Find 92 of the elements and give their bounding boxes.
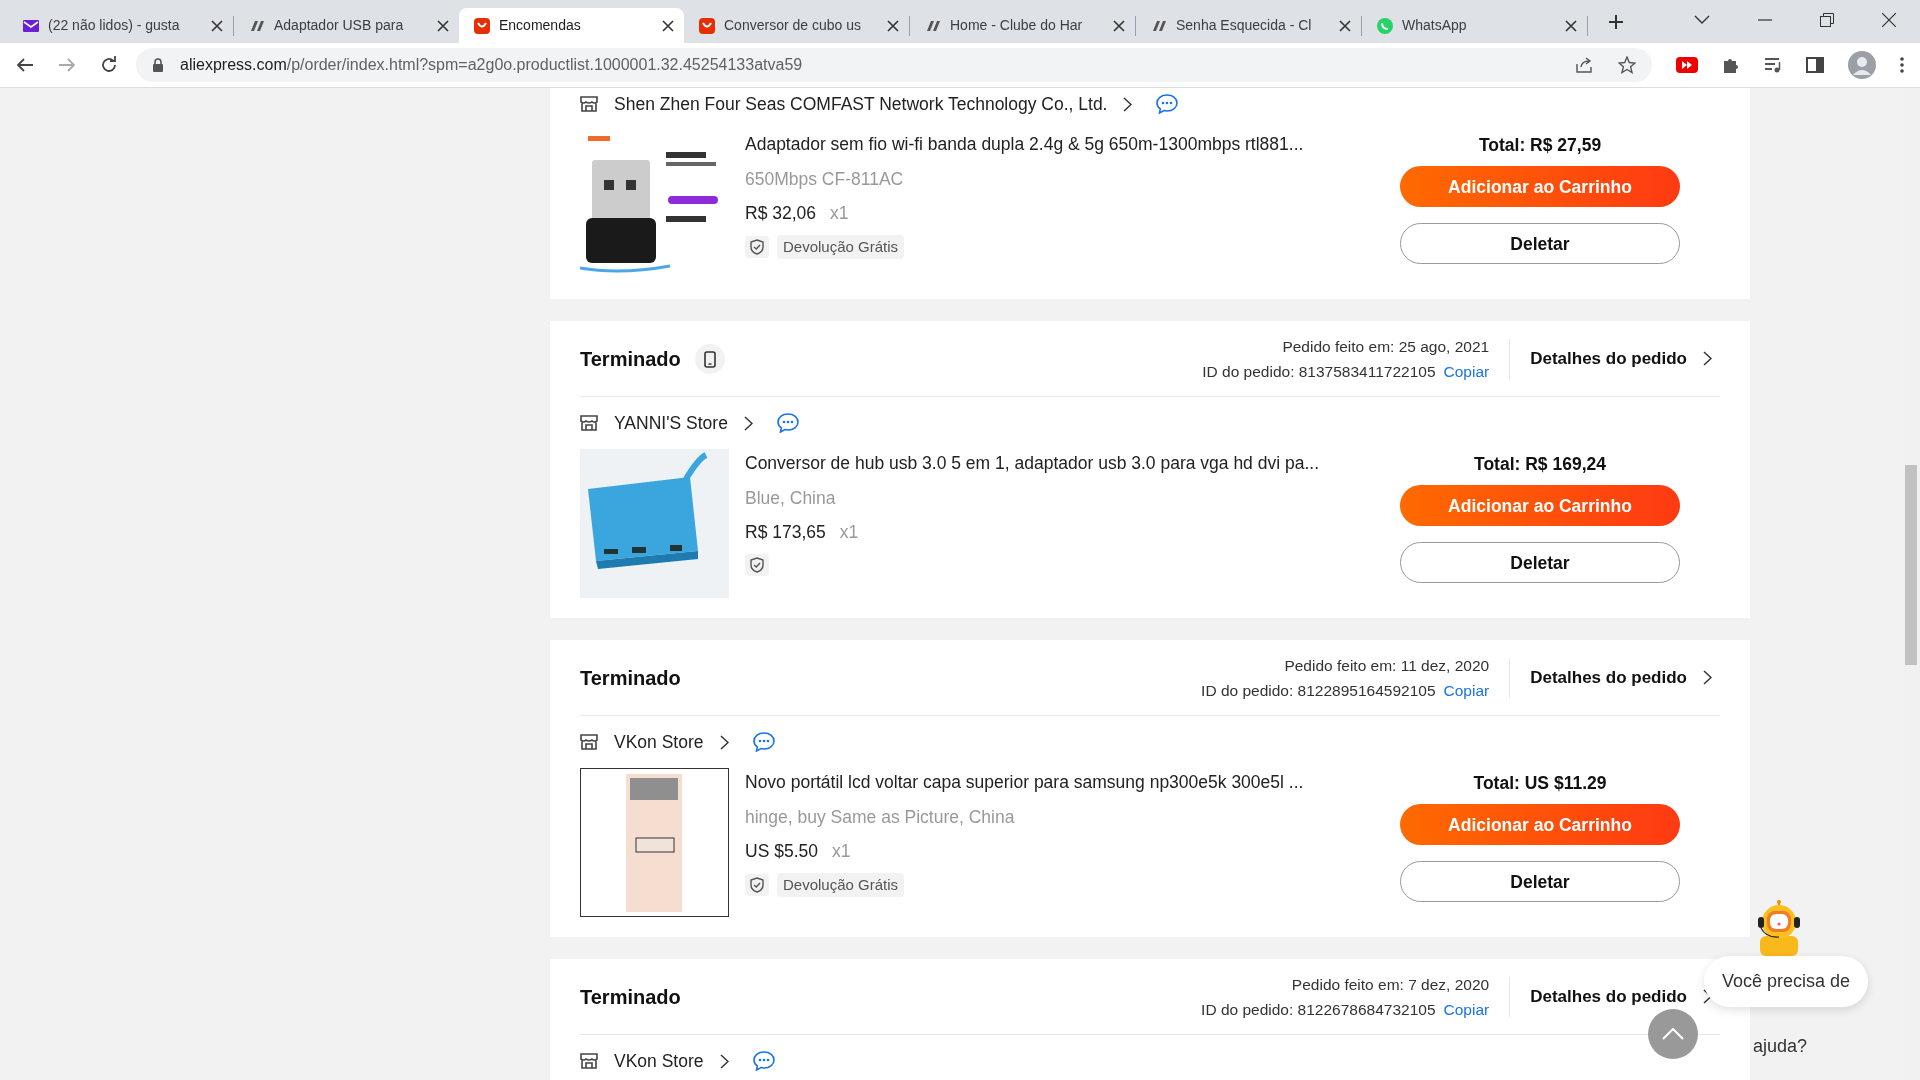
product-variant: 650Mbps CF-811AC (745, 168, 905, 191)
fast-forward-icon[interactable] (1676, 57, 1698, 73)
shield-icon (745, 873, 769, 896)
order-details-link[interactable]: Detalhes do pedido (1530, 668, 1712, 687)
chevron-right-icon (719, 734, 729, 750)
store-link[interactable]: VKon Store (614, 728, 729, 756)
restore-icon[interactable] (1820, 13, 1834, 27)
chevron-right-icon (1703, 351, 1712, 366)
product-price: US $5.50 (745, 840, 818, 864)
chevron-right-icon (719, 1053, 729, 1069)
store-icon (580, 95, 598, 113)
free-return-tag: Devolução Grátis (777, 872, 905, 897)
product-title-link[interactable]: Adaptador sem fio wi-fi banda dupla 2.4g & 5g 650m-1300mbps rtl881... (745, 130, 1384, 158)
close-icon[interactable] (887, 19, 899, 32)
chat-icon[interactable] (752, 1051, 775, 1071)
order-date: Pedido feito em: 11 dez, 2020 (1283, 655, 1490, 676)
chat-icon[interactable] (776, 413, 799, 433)
order-status: Terminado (580, 346, 681, 372)
product-quantity: x1 (839, 521, 859, 545)
order-total: Total: R$ 27,59 (1478, 134, 1602, 157)
playlist-icon[interactable] (1764, 57, 1782, 73)
chat-icon[interactable] (752, 732, 775, 752)
side-panel-icon[interactable] (1806, 57, 1824, 73)
order-date: Pedido feito em: 25 ago, 2021 (1281, 336, 1490, 357)
reload-icon[interactable] (100, 56, 118, 74)
shield-icon (745, 553, 769, 576)
store-link[interactable]: YANNI'S Store (614, 409, 753, 437)
chat-icon[interactable] (1156, 94, 1179, 114)
copy-link[interactable]: Copiar (1443, 996, 1490, 1022)
delete-button[interactable]: Deletar (1400, 542, 1680, 584)
chevron-right-icon (1123, 96, 1133, 112)
browser-tab[interactable]: Adaptador USB para (234, 8, 459, 43)
shield-icon (745, 235, 769, 258)
delete-button[interactable]: Deletar (1400, 861, 1680, 903)
order-date: Pedido feito em: 7 dez, 2020 (1290, 974, 1490, 995)
browser-tab[interactable]: (22 não lidos) - gusta (8, 8, 233, 43)
close-icon[interactable] (1565, 19, 1577, 32)
avatar-icon[interactable] (1848, 51, 1876, 79)
store-link[interactable]: Shen Zhen Four Seas COMFAST Network Technology Co., Ltd. (614, 90, 1133, 118)
puzzle-icon[interactable] (1722, 56, 1740, 74)
copy-link[interactable]: Copiar (1443, 358, 1490, 384)
close-icon[interactable] (1339, 19, 1351, 32)
close-icon[interactable] (211, 19, 223, 32)
product-variant: Blue, China (745, 487, 837, 510)
browser-tab[interactable]: Conversor de cubo us (684, 8, 909, 43)
close-icon[interactable] (1113, 19, 1125, 32)
chevron-down-icon[interactable] (1694, 15, 1710, 25)
free-return-tag: Devolução Grátis (777, 234, 905, 259)
copy-link[interactable]: Copiar (1443, 677, 1490, 703)
close-icon[interactable] (437, 19, 449, 32)
delete-button[interactable]: Deletar (1400, 223, 1680, 265)
store-icon (580, 733, 598, 751)
store-icon (580, 414, 598, 432)
browser-tab[interactable]: WhatsApp (1362, 8, 1587, 43)
order-details-link[interactable]: Detalhes do pedido (1530, 349, 1712, 368)
product-price: R$ 32,06 (745, 202, 817, 226)
star-icon[interactable] (1618, 56, 1636, 74)
product-variant: hinge, buy Same as Picture, China (745, 806, 1016, 829)
order-id: ID do pedido: 8137583411722105 (1202, 361, 1436, 382)
url-text: aliexpress.com/p/order/index.html?spm=a2g0o.productlist.1000001.32.45254133atva59 (180, 55, 803, 75)
order-id: ID do pedido: 8122895164592105 (1201, 680, 1436, 701)
order-total: Total: R$ 169,24 (1474, 453, 1606, 476)
product-quantity: x1 (830, 202, 849, 226)
shopping-bag-icon (698, 16, 716, 35)
browser-tab[interactable]: Home - Clube do Har (910, 8, 1135, 43)
more-icon[interactable] (1900, 57, 1904, 73)
order-status: Terminado (580, 665, 681, 691)
back-icon[interactable] (16, 57, 34, 73)
chevron-right-icon (1703, 670, 1712, 685)
lock-icon (152, 58, 164, 72)
store-icon (580, 1052, 598, 1070)
product-price: R$ 173,65 (745, 521, 826, 545)
new-tab-icon[interactable] (1608, 14, 1624, 30)
product-title-link[interactable]: Novo portátil lcd voltar capa superior para samsung np300e5k 300e5l ... (745, 768, 1384, 796)
order-status: Terminado (580, 984, 681, 1010)
browser-tab[interactable]: Encomendas (459, 8, 684, 43)
help-tooltip[interactable]: Você precisa de (1704, 956, 1869, 1007)
order-id: ID do pedido: 8122678684732105 (1201, 999, 1436, 1020)
browser-tab[interactable]: Senha Esquecida - Cl (1136, 8, 1361, 43)
product-quantity: x1 (831, 840, 851, 864)
address-bar[interactable]: aliexpress.com/p/order/index.html?spm=a2g0o.productlist.1000001.32.45254133atva59 (136, 48, 1652, 82)
help-text: ajuda? (1753, 1035, 1808, 1058)
shopping-bag-icon (473, 16, 491, 35)
share-icon[interactable] (1576, 57, 1594, 73)
chevron-up-icon (1662, 1028, 1684, 1040)
order-total: Total: US $11.29 (1473, 772, 1607, 795)
chat-bubble-icon (1376, 16, 1394, 35)
product-title-link[interactable]: Conversor de hub usb 3.0 5 em 1, adaptador usb 3.0 para vga hd dvi pa... (745, 449, 1384, 477)
close-icon[interactable] (662, 19, 674, 32)
chevron-right-icon (743, 415, 753, 431)
store-link[interactable]: VKon Store (614, 1047, 729, 1075)
close-icon[interactable] (1882, 13, 1896, 27)
